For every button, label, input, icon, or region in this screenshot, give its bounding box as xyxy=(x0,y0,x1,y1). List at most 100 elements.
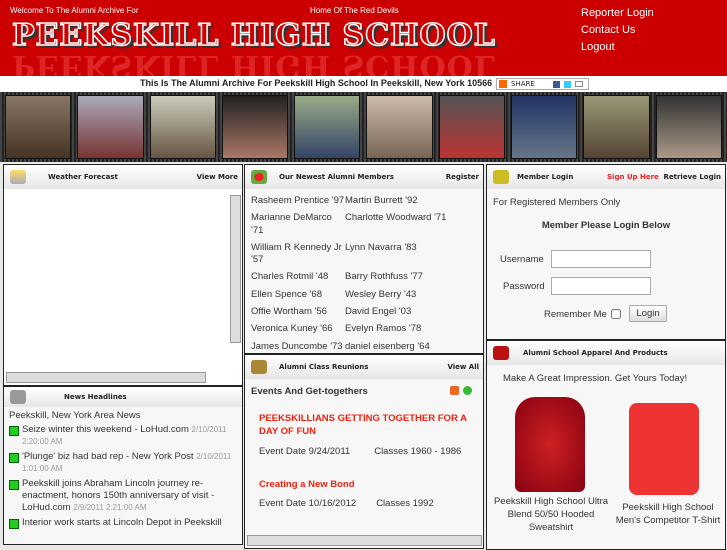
event-classes: Classes 1992 xyxy=(376,498,434,509)
hoodie-image[interactable] xyxy=(515,397,585,492)
member-link[interactable]: David Engel '03 xyxy=(345,306,477,318)
info-bar: This Is The Alumni Archive For Peekskill… xyxy=(0,76,727,92)
member-link[interactable]: Evelyn Ramos '78 xyxy=(345,323,477,335)
logo-reflection: PEEKSKILL HIGH SCHOOL xyxy=(12,52,496,76)
member-link[interactable]: James Duncombe '73 xyxy=(251,341,345,353)
apparel-tagline: Make A Great Impression. Get Yours Today… xyxy=(503,373,688,384)
weather-title: Weather Forecast xyxy=(48,173,118,181)
share-button[interactable]: SHARE xyxy=(496,78,589,90)
alumni-photo[interactable] xyxy=(655,95,722,159)
news-date: 2/9/2011 2:21:00 AM xyxy=(73,503,147,512)
people-icon xyxy=(251,360,267,374)
member-link[interactable]: Martin Burrett '92 xyxy=(345,195,477,207)
member-link[interactable]: Rasheem Prentice '97 xyxy=(251,195,345,207)
tshirt-icon xyxy=(493,346,509,360)
product-name[interactable]: Peekskill High School Men's Competitor T… xyxy=(613,501,723,527)
alumni-photo[interactable] xyxy=(438,95,506,159)
sign-up-link[interactable]: Sign Up Here xyxy=(607,173,659,181)
contact-us-link[interactable]: Contact Us xyxy=(581,24,635,36)
product-name[interactable]: Peekskill High School Ultra Blend 50/50 … xyxy=(491,495,611,534)
photo-strip xyxy=(0,92,727,162)
newspaper-icon xyxy=(10,390,26,404)
reunions-subtitle: Events And Get-togethers xyxy=(251,386,368,397)
login-prompt: Member Please Login Below xyxy=(541,220,671,231)
alumni-photo[interactable] xyxy=(294,95,361,159)
rss-icon[interactable] xyxy=(450,386,459,395)
event-title[interactable]: Creating a New Bond xyxy=(259,479,469,490)
alumni-photo[interactable] xyxy=(583,95,650,159)
twitter-icon xyxy=(563,80,571,88)
reunions-title: Alumni Class Reunions xyxy=(279,363,369,371)
event-date: Event Date 9/24/2011 xyxy=(259,446,351,457)
event-date: Event Date 10/16/2012 xyxy=(259,498,357,509)
lock-icon xyxy=(493,170,509,184)
weather-icon xyxy=(10,170,26,184)
news-panel: News Headlines Peekskill, New York Area … xyxy=(3,386,243,545)
news-item[interactable]: Peekskill joins Abraham Lincoln journey … xyxy=(9,478,237,514)
member-link[interactable]: Offie Wortham '56 xyxy=(251,306,345,318)
tagline: Home Of The Red Devils xyxy=(310,6,399,15)
username-input[interactable] xyxy=(551,250,651,268)
members-title: Our Newest Alumni Members xyxy=(279,173,394,181)
username-label: Username xyxy=(500,254,544,265)
member-link[interactable]: Lynn Navarra '83 xyxy=(345,242,477,267)
vertical-scrollbar[interactable] xyxy=(230,195,241,343)
alumni-photo[interactable] xyxy=(221,95,289,159)
horizontal-scrollbar[interactable] xyxy=(6,372,206,383)
retrieve-login-link[interactable]: Retrieve Login xyxy=(664,173,722,181)
news-item[interactable]: Seize winter this weekend - LoHud.com 2/… xyxy=(9,424,237,448)
login-panel: Member Login Sign Up Here Retrieve Login F… xyxy=(486,164,726,340)
member-link[interactable]: Charles Rotmil '48 xyxy=(251,271,345,283)
horizontal-scrollbar[interactable] xyxy=(247,535,482,546)
apparel-panel: Alumni School Apparel And Products Make … xyxy=(486,340,726,550)
info-text: This Is The Alumni Archive For Peekskill… xyxy=(140,78,493,88)
weather-panel: Weather Forecast View More xyxy=(3,164,243,386)
remember-me-checkbox[interactable] xyxy=(611,309,621,319)
alumni-photo[interactable] xyxy=(511,95,578,159)
add-icon[interactable] xyxy=(463,386,472,395)
view-more-link[interactable]: View More xyxy=(197,173,238,181)
remember-me-label: Remember Me xyxy=(544,309,607,320)
member-link[interactable]: Charlotte Woodward '71 xyxy=(345,212,477,237)
member-link[interactable]: daniel eisenberg '64 xyxy=(345,341,477,353)
login-title: Member Login xyxy=(517,173,574,181)
welcome-text: Welcome To The Alumni Archive For xyxy=(10,6,139,15)
member-link[interactable]: Veronica Kuney '66 xyxy=(251,323,345,335)
member-link[interactable]: Ellen Spence '68 xyxy=(251,289,345,301)
share-icon xyxy=(499,80,507,88)
reunions-panel: Alumni Class Reunions View All Events And… xyxy=(244,354,484,549)
facebook-icon xyxy=(552,80,560,88)
news-link[interactable]: 'Plunge' biz had bad rep - New York Post xyxy=(22,451,194,462)
reporter-login-link[interactable]: Reporter Login xyxy=(581,7,654,19)
register-link[interactable]: Register xyxy=(446,173,479,181)
password-label: Password xyxy=(503,281,545,292)
news-title: News Headlines xyxy=(64,393,127,401)
members-panel: Our Newest Alumni Members Register Rashee… xyxy=(244,164,484,354)
news-link[interactable]: Interior work starts at Lincoln Depot in… xyxy=(22,517,222,528)
news-item[interactable]: 'Plunge' biz had bad rep - New York Post… xyxy=(9,451,237,475)
alumni-photo[interactable] xyxy=(366,95,433,159)
email-icon xyxy=(574,81,583,87)
tshirt-image[interactable] xyxy=(629,403,699,495)
news-subtitle: Peekskill, New York Area News xyxy=(9,410,141,421)
apparel-title: Alumni School Apparel And Products xyxy=(523,349,668,357)
member-link[interactable]: William R Kennedy Jr '57 xyxy=(251,242,345,267)
star-member-icon xyxy=(251,170,267,184)
alumni-photo[interactable] xyxy=(77,95,144,159)
news-link[interactable]: Seize winter this weekend - LoHud.com xyxy=(22,424,189,435)
member-link[interactable]: Marianne DeMarco '71 xyxy=(251,212,345,237)
logo[interactable]: PEEKSKILL HIGH SCHOOL xyxy=(11,17,496,54)
news-item[interactable]: Interior work starts at Lincoln Depot in… xyxy=(9,517,237,529)
member-link[interactable]: Wesley Berry '43 xyxy=(345,289,477,301)
login-button[interactable]: Login xyxy=(629,305,667,322)
login-note: For Registered Members Only xyxy=(493,197,621,208)
password-input[interactable] xyxy=(551,277,651,295)
event-title[interactable]: PEEKSKILLIANS GETTING TOGETHER FOR A DAY… xyxy=(259,412,469,438)
share-label: SHARE xyxy=(511,80,535,88)
alumni-photo[interactable] xyxy=(5,95,72,159)
member-link[interactable]: Barry Rothfuss '77 xyxy=(345,271,477,283)
view-all-link[interactable]: View All xyxy=(447,363,479,371)
event-classes: Classes 1960 - 1986 xyxy=(374,446,462,457)
logout-link[interactable]: Logout xyxy=(581,41,615,53)
alumni-photo[interactable] xyxy=(149,95,216,159)
